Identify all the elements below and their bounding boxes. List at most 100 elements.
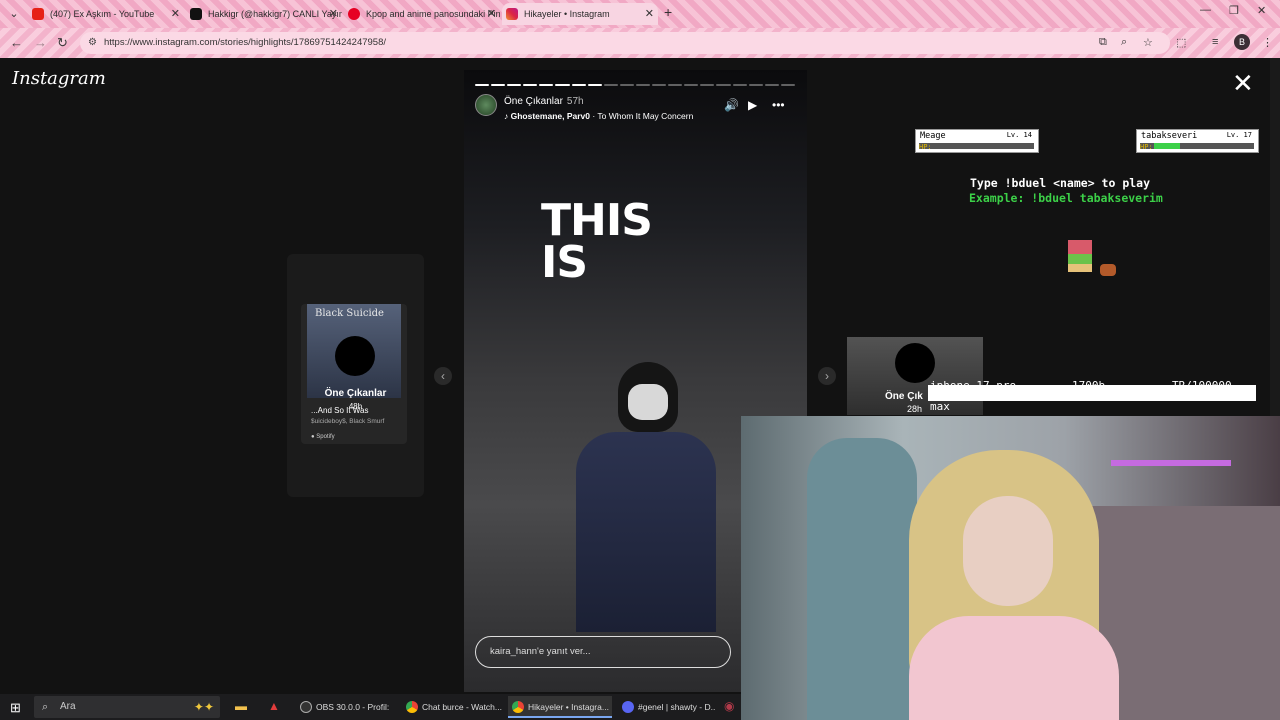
story-progress-segment (684, 84, 699, 86)
taskbar-app-discord[interactable]: #genel | shawty - D... (618, 696, 716, 718)
story-avatar (895, 343, 935, 383)
minimize-icon[interactable]: — (1200, 4, 1211, 16)
story-progress-segment (539, 84, 554, 86)
search-icon: ⌕ (42, 701, 49, 713)
taskbar-app-chrome-chat[interactable]: Chat burce - Watch... (402, 696, 502, 718)
duel-instruction: Type !bduel <name> to play (970, 176, 1151, 190)
tab-tiktok[interactable]: Hakkigr (@hakkigr7) CANLI Yayın ✕ (186, 3, 342, 25)
story-progress-segment (700, 84, 715, 86)
story-progress-segment (716, 84, 731, 86)
taskbar-app-obs[interactable]: OBS 30.0.0 - Profil: ... (296, 696, 392, 718)
zoom-icon[interactable]: ⌕ (1121, 36, 1127, 49)
tab-close-icon[interactable]: ✕ (645, 3, 654, 25)
previous-story-card[interactable]: Black Suicide Öne Çıkanlar 48h ...And So… (287, 254, 424, 497)
story-progress-segment (668, 84, 683, 86)
story-progress-segment (475, 84, 490, 86)
new-tab-button[interactable]: + (664, 4, 672, 20)
affinity-icon[interactable]: ▲ (268, 699, 280, 713)
copilot-spark-icon: ✦✦ (193, 700, 214, 714)
tiktok-icon (190, 8, 202, 20)
duel-player1-panel: Meage Lv. 14 HP: (915, 129, 1039, 153)
address-bar[interactable]: ⚙ https://www.instagram.com/stories/high… (80, 32, 1170, 54)
taskbar-app-chrome-instagram[interactable]: Hikayeler • Instagra... (508, 696, 612, 718)
tab-instagram[interactable]: Hikayeler • Instagram ✕ (502, 3, 658, 25)
donation-goal-text: iphone 17 pro 1700b TR/100000 (930, 379, 1232, 392)
music-note-icon: ♪ (504, 111, 511, 121)
pinterest-icon (348, 8, 360, 20)
webcam-feed (741, 416, 1280, 720)
next-story-chevron-icon[interactable]: › (818, 367, 836, 385)
youtube-icon (32, 8, 44, 20)
song-title: ...And So It Was (311, 406, 369, 415)
obs-icon (300, 701, 312, 713)
close-icon[interactable]: ✕ (1232, 70, 1254, 96)
duel-player2-panel: tabakseveri Lv. 17 HP: (1136, 129, 1259, 153)
story-progress-segment (652, 84, 667, 86)
story-progress-segment (780, 84, 795, 86)
reload-icon[interactable]: ↻ (57, 35, 68, 51)
tab-youtube[interactable]: (407) Ex Aşkım - YouTube ✕ (28, 3, 184, 25)
site-settings-icon[interactable]: ⚙ (88, 32, 97, 54)
next-story-card[interactable]: Öne Çık 28h (847, 337, 983, 415)
tab-close-icon[interactable]: ✕ (329, 3, 338, 25)
story-overlay-text: THIS IS (541, 195, 653, 288)
story-owner-name[interactable]: Öne Çıkanlar (504, 96, 563, 107)
profile-avatar[interactable]: B (1234, 34, 1250, 50)
more-options-icon[interactable]: ••• (772, 98, 785, 112)
chrome-icon (512, 701, 524, 713)
tab-groups-icon[interactable]: ≡ (1212, 36, 1218, 48)
story-reply-input[interactable]: kaira_hann'e yanıt ver... (475, 636, 731, 668)
story-progress-segment (603, 84, 618, 86)
volume-icon[interactable]: 🔊 (724, 98, 739, 112)
donation-goal-sub: max (930, 400, 950, 413)
windows-taskbar: ⊞ ⌕ Ara ✦✦ ▬ ▲ OBS 30.0.0 - Profil: ... … (0, 694, 741, 720)
story-avatar (335, 336, 375, 376)
chrome-icon (406, 701, 418, 713)
story-progress-segment (619, 84, 634, 86)
story-progress-segment (555, 84, 570, 86)
story-progress-segment (491, 84, 506, 86)
previous-story-chevron-icon[interactable]: ‹ (434, 367, 452, 385)
story-header[interactable]: Öne Çıkanlar 57h (504, 96, 584, 107)
story-time: 28h (907, 404, 923, 414)
story-progress-bar (475, 84, 795, 86)
story-owner-name: Öne Çıkanlar (324, 388, 387, 399)
tab-close-icon[interactable]: ✕ (487, 3, 496, 25)
close-window-icon[interactable]: ✕ (1257, 4, 1266, 17)
story-time: 57h (566, 96, 584, 107)
taskbar-search-input[interactable]: ⌕ Ara ✦✦ (34, 696, 220, 718)
story-progress-segment (764, 84, 779, 86)
story-progress-segment (587, 84, 602, 86)
game-pet-sprite (1100, 264, 1116, 276)
browser-tab-bar: ⌄ (407) Ex Aşkım - YouTube ✕ Hakkigr (@h… (0, 0, 1280, 28)
spotify-label: ● Spotify (311, 434, 335, 440)
story-progress-segment (507, 84, 522, 86)
instagram-logo[interactable]: Instagram (12, 68, 106, 89)
bookmark-star-icon[interactable]: ☆ (1143, 36, 1153, 49)
story-progress-segment (571, 84, 586, 86)
story-avatar[interactable] (475, 94, 497, 116)
tab-pinterest[interactable]: Kpop and anime panosundaki Pin ✕ (344, 3, 500, 25)
app-icon[interactable]: ◉ (724, 699, 734, 713)
restore-icon[interactable]: ❐ (1229, 4, 1239, 17)
browser-toolbar: ← → ↻ ⚙ https://www.instagram.com/storie… (0, 28, 1280, 58)
discord-icon (622, 701, 634, 713)
story-music[interactable]: ♪ Ghostemane, Parv0 · To Whom It May Con… (504, 111, 693, 121)
forward-arrow-icon[interactable]: → (34, 35, 47, 50)
game-character-sprite (1064, 240, 1096, 274)
play-icon[interactable]: ▶ (748, 98, 757, 112)
story-progress-segment (635, 84, 651, 86)
tab-search-chevron-icon[interactable]: ⌄ (6, 6, 22, 22)
song-artists: $uicideboy$, Black Smurf (311, 418, 385, 425)
tab-close-icon[interactable]: ✕ (171, 3, 180, 25)
back-arrow-icon[interactable]: ← (10, 35, 23, 50)
extensions-icon[interactable]: ⬚ (1176, 36, 1186, 49)
story-progress-segment (748, 84, 763, 86)
file-explorer-icon[interactable]: ▬ (235, 699, 247, 713)
story-progress-segment (732, 84, 747, 86)
menu-kebab-icon[interactable]: ⋮ (1262, 36, 1273, 49)
duel-example: Example: !bduel tabakseverim (969, 191, 1163, 205)
story-progress-segment (523, 84, 538, 86)
windows-start-icon[interactable]: ⊞ (10, 700, 21, 716)
install-app-icon[interactable]: ⧉ (1099, 36, 1107, 49)
